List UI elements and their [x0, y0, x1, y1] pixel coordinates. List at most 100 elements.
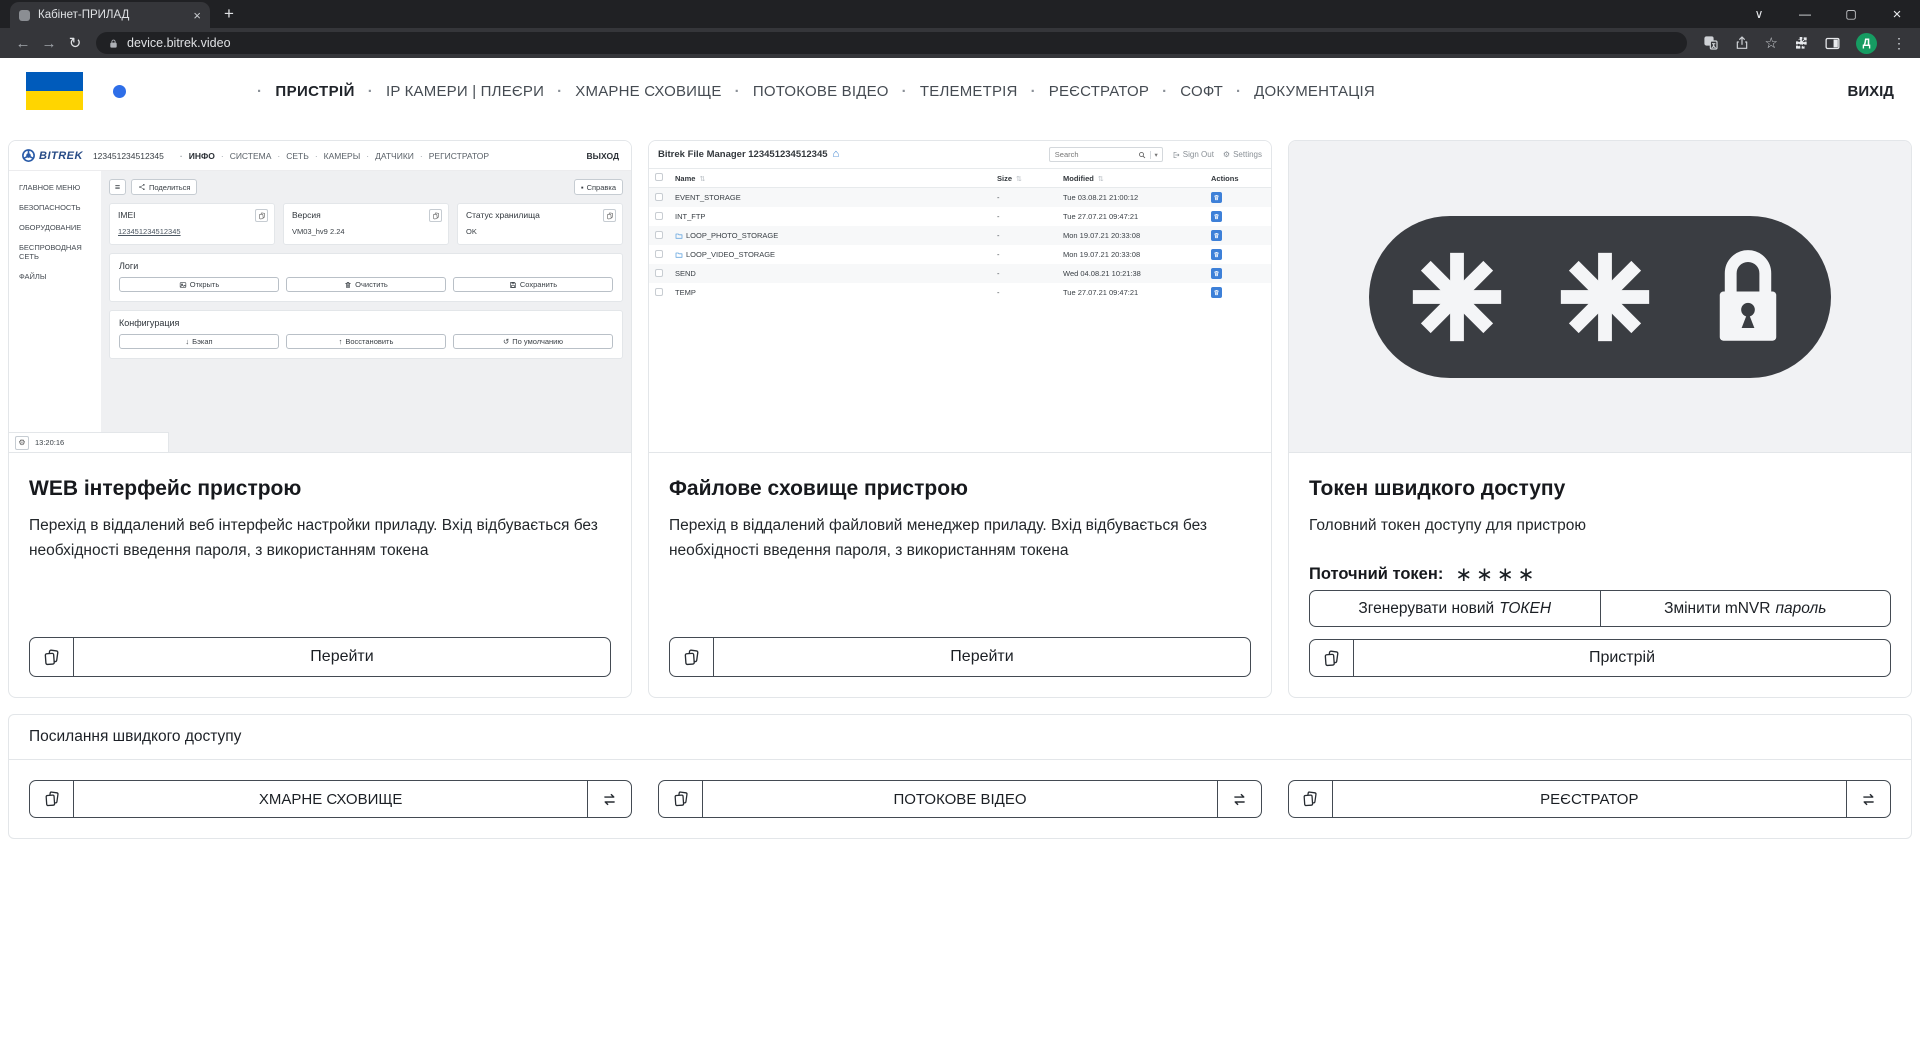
main-nav: ПРИСТРІЙ IP КАМЕРИ | ПЛЕЄРИ ХМАРНЕ СХОВИ… [244, 83, 1375, 100]
copy-link-icon[interactable] [30, 781, 74, 817]
asterisk-icon [1411, 251, 1503, 343]
select-all-checkbox [655, 173, 663, 181]
profile-avatar[interactable]: Д [1856, 33, 1877, 54]
delete-button [1211, 268, 1222, 279]
copy-link-icon[interactable] [1289, 781, 1333, 817]
browser-tab[interactable]: Кабінет-ПРИЛАД × [10, 2, 210, 28]
url-bar[interactable]: device.bitrek.video [96, 32, 1687, 54]
quick-link-cloud-storage[interactable]: ХМАРНЕ СХОВИЩЕ [29, 780, 632, 818]
copy-link-icon[interactable] [659, 781, 703, 817]
device-footer: ⚙ 13:20:16 [9, 432, 169, 452]
delete-button [1211, 249, 1222, 260]
device-sidebar: ГЛАВНОЕ МЕНЮ БЕЗОПАСНОСТЬ ОБОРУДОВАНИЕ Б… [9, 171, 101, 452]
device-sidebar-wireless: БЕСПРОВОДНАЯ СЕТЬ [19, 243, 91, 261]
file-table: Name⇅ Size⇅ Modified⇅ Actions EVENT_STOR… [649, 168, 1271, 302]
forward-button[interactable]: → [36, 35, 62, 52]
side-panel-icon[interactable] [1824, 35, 1841, 52]
nav-item-documentation[interactable]: ДОКУМЕНТАЦІЯ [1223, 83, 1375, 100]
window-restore-button[interactable]: ▢ [1828, 7, 1874, 21]
nav-item-registrar[interactable]: РЕЄСТРАТОР [1018, 83, 1150, 100]
device-sidebar-files: ФАЙЛЫ [19, 272, 91, 281]
window-minimize-button[interactable]: — [1782, 7, 1828, 21]
current-token-line: Поточний токен: ∗∗∗∗ [1309, 562, 1891, 587]
nav-item-ip-cameras[interactable]: IP КАМЕРИ | ПЛЕЄРИ [355, 83, 544, 100]
nav-item-device[interactable]: ПРИСТРІЙ [244, 83, 355, 100]
copy-link-icon[interactable] [1310, 640, 1354, 676]
back-button[interactable]: ← [10, 35, 36, 52]
table-row: EVENT_STORAGE - Tue 03.08.21 21:00:12 [649, 188, 1271, 208]
trash-icon [344, 281, 352, 289]
reload-button[interactable]: ↻ [62, 34, 88, 52]
row-checkbox [655, 269, 663, 277]
quick-link-streaming-video[interactable]: ПОТОКОВЕ ВІДЕО [658, 780, 1261, 818]
browser-menu-icon[interactable]: ⋮ [1892, 35, 1906, 52]
copy-icon [429, 209, 442, 222]
quick-link-registrar[interactable]: РЕЄСТРАТОР [1288, 780, 1891, 818]
fm-sign-out: Sign Out [1172, 150, 1214, 159]
download-icon: ↓ [185, 337, 189, 346]
change-password-button[interactable]: Змінити mNVRпароль [1600, 591, 1891, 626]
bookmark-star-icon[interactable]: ☆ [1765, 34, 1778, 52]
status-dot [113, 85, 126, 98]
config-section: Конфигурация ↓ Бэкап ↑ Восстановить [109, 310, 623, 359]
window-controls: ∨ — ▢ × [1736, 0, 1920, 28]
swap-icon[interactable] [1846, 781, 1890, 817]
imei-panel: IMEI 123451234512345 [109, 203, 275, 245]
window-chevron-icon[interactable]: ∨ [1736, 7, 1782, 21]
table-row: INT_FTP - Tue 27.07.21 09:47:21 [649, 207, 1271, 226]
card-file-storage: Bitrek File Manager 123451234512345 ⌂ ▾ … [648, 140, 1272, 698]
browser-toolbar: ← → ↻ device.bitrek.video ☆ Д ⋮ [0, 28, 1920, 58]
sort-icon: ⇅ [1098, 176, 1104, 183]
fm-search-input [1050, 150, 1134, 159]
swap-icon[interactable] [1217, 781, 1261, 817]
swap-icon[interactable] [587, 781, 631, 817]
imei-value: 123451234512345 [118, 227, 266, 236]
image-icon [179, 281, 187, 289]
trash-icon [1213, 251, 1220, 258]
logout-link[interactable]: ВИХІД [1848, 83, 1894, 100]
nav-item-streaming-video[interactable]: ПОТОКОВЕ ВІДЕО [722, 83, 889, 100]
table-row: SEND - Wed 04.08.21 10:21:38 [649, 264, 1271, 283]
share-icon[interactable] [1734, 35, 1750, 51]
window-close-button[interactable]: × [1874, 6, 1920, 23]
sort-icon: ⇅ [1016, 176, 1022, 183]
device-sidebar-main-menu: ГЛАВНОЕ МЕНЮ [19, 183, 91, 192]
device-go-button[interactable]: Пристрій [1309, 639, 1891, 677]
device-menu-cameras: КАМЕРЫ [309, 151, 360, 161]
sort-icon: ⇅ [699, 176, 705, 183]
trash-icon [1213, 270, 1220, 277]
device-menu: ИНФО СИСТЕМА СЕТЬ КАМЕРЫ ДАТЧИКИ РЕГИСТР… [174, 151, 489, 161]
trash-icon [1213, 232, 1220, 239]
device-menu-network: СЕТЬ [271, 151, 308, 161]
file-manager-title: Bitrek File Manager 123451234512345 [658, 149, 828, 160]
extensions-puzzle-icon[interactable] [1793, 35, 1809, 51]
web-go-button[interactable]: Перейти [29, 637, 611, 677]
card-description: Перехід в віддалений веб інтерфейс настр… [29, 513, 599, 563]
nav-item-soft[interactable]: СОФТ [1149, 83, 1223, 100]
tab-close-icon[interactable]: × [193, 8, 201, 23]
card-web-interface: BITREK 123451234512345 ИНФО СИСТЕМА СЕТЬ… [8, 140, 632, 698]
translate-icon[interactable] [1703, 35, 1719, 51]
version-value: VM03_hv9 2.24 [292, 227, 440, 236]
files-go-button[interactable]: Перейти [669, 637, 1251, 677]
generate-token-button[interactable]: Згенерувати новийТОКЕН [1310, 591, 1600, 626]
tab-title: Кабінет-ПРИЛАД [38, 9, 185, 21]
help-button: ▪ Справка [574, 179, 623, 195]
home-icon: ⌂ [833, 149, 840, 160]
reset-icon: ↺ [503, 337, 509, 346]
floppy-icon [509, 281, 517, 289]
trash-icon [1213, 289, 1220, 296]
device-menu-system: СИСТЕМА [215, 151, 272, 161]
url-text: device.bitrek.video [127, 36, 231, 50]
copy-link-icon[interactable] [30, 638, 74, 676]
nav-item-cloud-storage[interactable]: ХМАРНЕ СХОВИЩЕ [544, 83, 722, 100]
device-sidebar-equipment: ОБОРУДОВАНИЕ [19, 223, 91, 232]
chevron-down-icon: ▾ [1150, 151, 1162, 159]
nav-item-telemetry[interactable]: ТЕЛЕМЕТРІЯ [889, 83, 1018, 100]
copy-link-icon[interactable] [670, 638, 714, 676]
delete-button [1211, 192, 1222, 203]
trash-icon [1213, 194, 1220, 201]
new-tab-button[interactable]: + [224, 4, 234, 24]
row-checkbox [655, 212, 663, 220]
device-logout: ВЫХОД [587, 151, 619, 161]
